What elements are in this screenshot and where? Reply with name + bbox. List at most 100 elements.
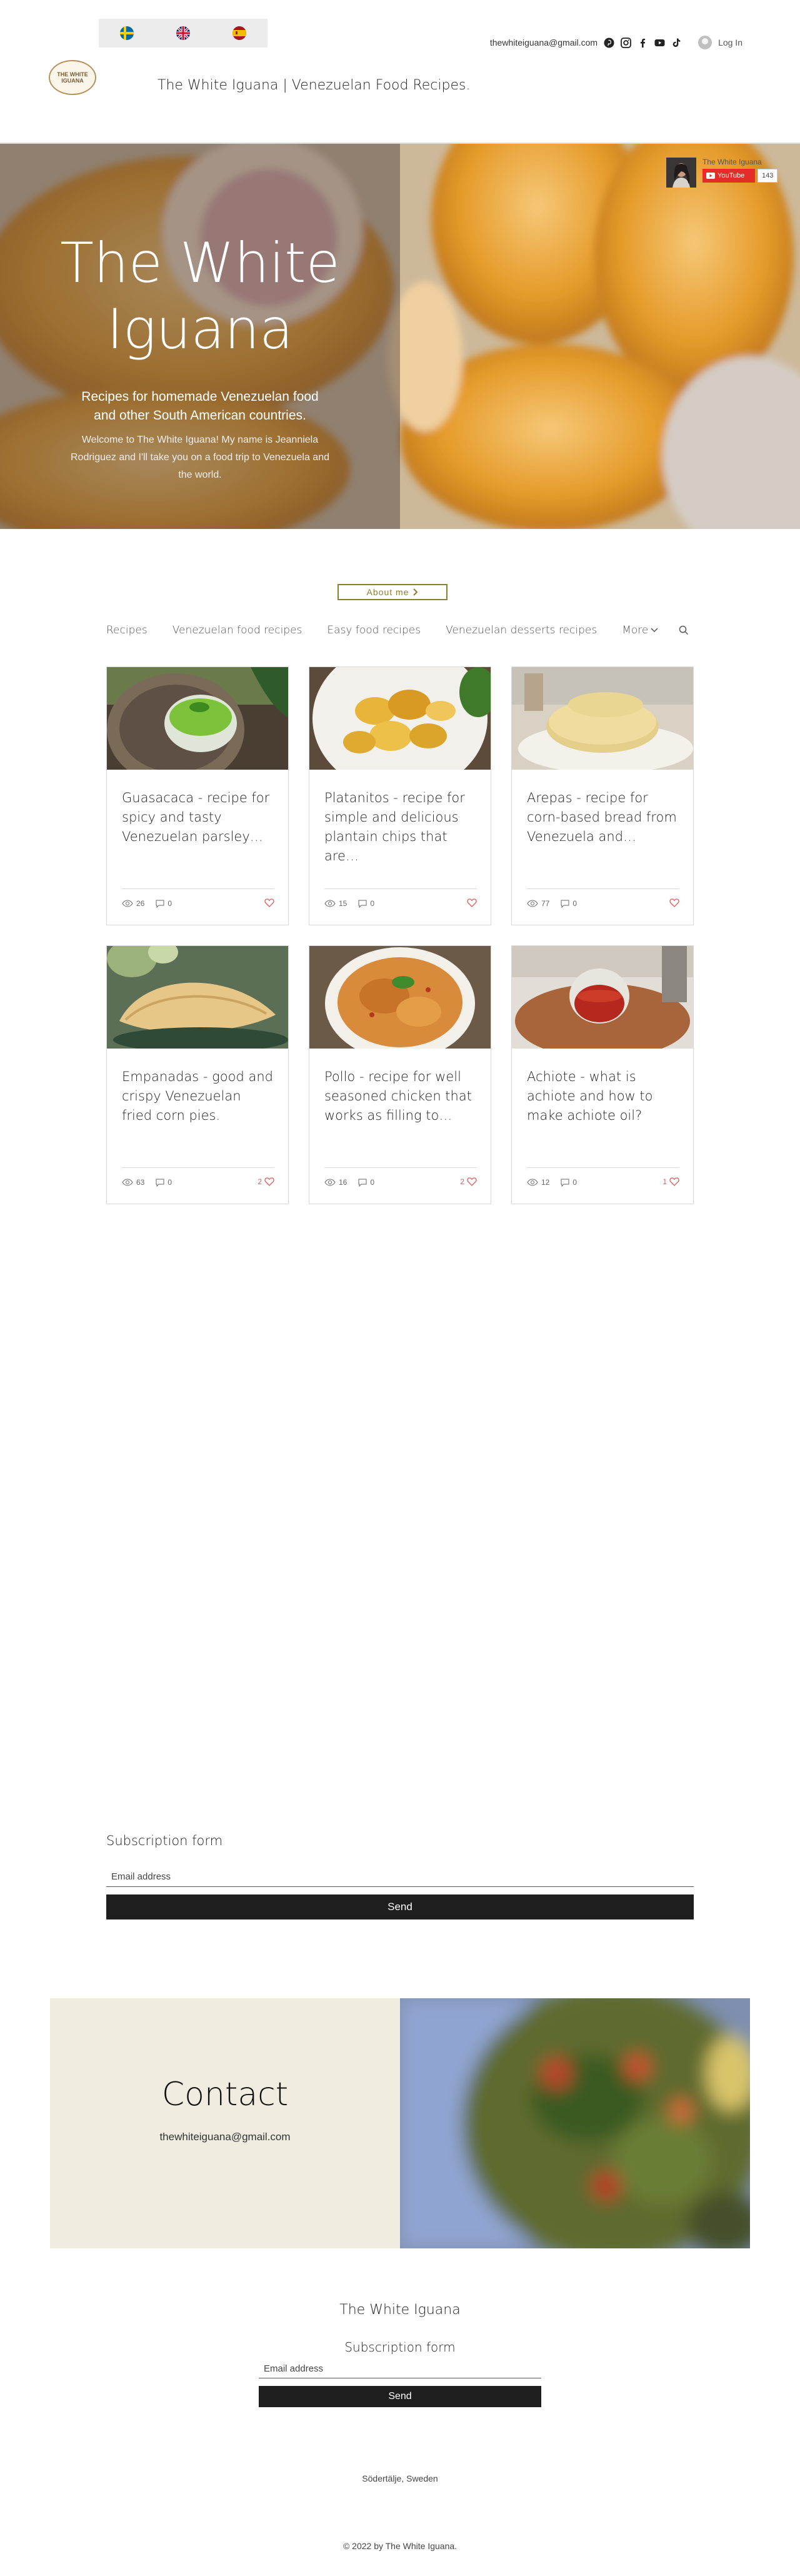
hero-title: The White Iguana <box>60 231 340 361</box>
nav-item-recipes[interactable]: Recipes <box>106 624 148 636</box>
view-count-value: 26 <box>136 899 145 908</box>
footer-email-input[interactable] <box>259 2360 541 2378</box>
post-card[interactable]: Platanitos - recipe for simple and delic… <box>309 667 491 925</box>
youtube-subscribe-widget[interactable]: The White Iguana YouTube 143 <box>666 156 781 189</box>
heart-icon <box>467 898 477 907</box>
comment-count[interactable]: 0 <box>156 899 172 908</box>
post-title[interactable]: Platanitos - recipe for simple and delic… <box>324 788 477 866</box>
subscription-send-button[interactable]: Send <box>106 1894 694 1919</box>
like-button[interactable]: 1 <box>662 1177 679 1186</box>
nav-item-venezuelan-desserts-recipes[interactable]: Venezuelan desserts recipes <box>446 624 597 636</box>
like-button[interactable] <box>464 898 477 907</box>
post-thumbnail[interactable] <box>107 667 288 770</box>
youtube-subscribe-button[interactable]: YouTube <box>702 169 755 183</box>
comment-count[interactable]: 0 <box>156 1178 172 1187</box>
contact-section: Contact thewhiteiguana@gmail.com <box>50 1998 750 2248</box>
comment-icon <box>358 900 367 908</box>
like-button[interactable]: 2 <box>460 1177 477 1186</box>
user-avatar-icon[interactable] <box>698 36 712 49</box>
hero-subtitle: Recipes for homemade Venezuelan food and… <box>81 390 319 423</box>
logo-text: THE WHITE IGUANA <box>57 71 88 84</box>
pinterest-icon[interactable] <box>604 38 614 48</box>
post-card[interactable]: Arepas - recipe for corn-based bread fro… <box>511 667 694 925</box>
view-count: 16 <box>324 1178 347 1187</box>
comment-icon <box>561 1179 569 1187</box>
footer-send-button[interactable]: Send <box>259 2386 541 2407</box>
post-thumbnail[interactable] <box>309 667 491 770</box>
like-count-value: 2 <box>460 1177 464 1186</box>
contact-panel: Contact thewhiteiguana@gmail.com <box>50 1998 400 2248</box>
comment-icon <box>156 1179 164 1187</box>
post-title[interactable]: Arepas - recipe for corn-based bread fro… <box>527 788 679 847</box>
footer-subscription-title: Subscription form <box>344 2340 456 2355</box>
youtube-button-label: YouTube <box>718 172 745 179</box>
heart-icon <box>264 1177 274 1186</box>
comment-count[interactable]: 0 <box>561 899 577 908</box>
post-divider <box>324 1167 477 1168</box>
site-title[interactable]: The White Iguana | Venezuelan Food Recip… <box>158 78 470 93</box>
about-me-button[interactable]: About me <box>338 584 448 600</box>
search-icon[interactable] <box>679 625 689 638</box>
comment-count-value: 0 <box>572 1178 578 1187</box>
youtube-subscriber-count: 143 <box>758 169 778 183</box>
view-count-value: 77 <box>541 899 550 908</box>
post-divider <box>527 888 679 889</box>
like-button[interactable] <box>667 898 679 907</box>
footer-location: Södertälje, Sweden <box>362 2473 438 2483</box>
post-stats: 77 0 <box>527 898 679 908</box>
like-count-value: 1 <box>662 1177 667 1186</box>
login-link[interactable]: Log In <box>718 38 742 48</box>
view-count-value: 63 <box>136 1178 145 1187</box>
comment-icon <box>358 1179 367 1187</box>
nav-item-venezuelan-food-recipes[interactable]: Venezuelan food recipes <box>172 624 302 636</box>
comment-count[interactable]: 0 <box>358 1178 374 1187</box>
post-thumbnail[interactable] <box>512 946 693 1049</box>
post-thumbnail[interactable] <box>512 667 693 770</box>
facebook-icon[interactable] <box>638 38 648 48</box>
nav-more-dropdown[interactable]: More <box>622 624 658 636</box>
post-title[interactable]: Guasacaca - recipe for spicy and tasty V… <box>122 788 274 847</box>
flag-sweden-icon[interactable] <box>120 26 134 40</box>
heart-icon <box>264 898 274 907</box>
nav-item-easy-food-recipes[interactable]: Easy food recipes <box>327 624 421 636</box>
subscription-form-title: Subscription form <box>106 1833 223 1848</box>
heart-icon <box>467 1177 477 1186</box>
youtube-channel-name: The White Iguana <box>702 158 762 166</box>
instagram-icon[interactable] <box>621 37 631 48</box>
comment-count-value: 0 <box>370 1178 375 1187</box>
post-title[interactable]: Pollo - recipe for well seasoned chicken… <box>324 1067 477 1125</box>
youtube-icon[interactable] <box>654 38 665 48</box>
post-card[interactable]: Achiote - what is achiote and how to mak… <box>511 945 694 1204</box>
chevron-right-icon <box>413 588 418 596</box>
post-card[interactable]: Empanadas - good and crispy Venezuelan f… <box>106 945 289 1204</box>
post-title[interactable]: Achiote - what is achiote and how to mak… <box>527 1067 679 1125</box>
comment-count-value: 0 <box>572 899 578 908</box>
like-button[interactable]: 2 <box>258 1177 274 1186</box>
post-card[interactable]: Guasacaca - recipe for spicy and tasty V… <box>106 667 289 925</box>
view-count-value: 12 <box>541 1178 550 1187</box>
eye-icon <box>122 900 133 907</box>
post-divider <box>122 888 274 889</box>
like-button[interactable] <box>262 898 274 907</box>
header-email[interactable]: thewhiteiguana@gmail.com <box>490 38 598 48</box>
post-card[interactable]: Pollo - recipe for well seasoned chicken… <box>309 945 491 1204</box>
comment-count[interactable]: 0 <box>561 1178 577 1187</box>
hero-section: The White Iguana Recipes for homemade Ve… <box>0 144 800 529</box>
post-stats: 12 0 1 <box>527 1177 679 1187</box>
tiktok-icon[interactable] <box>671 38 682 48</box>
post-stats: 26 0 <box>122 898 274 908</box>
site-logo[interactable]: THE WHITE IGUANA <box>49 60 96 95</box>
post-stats: 63 0 2 <box>122 1177 274 1187</box>
comment-count-value: 0 <box>370 899 375 908</box>
post-title[interactable]: Empanadas - good and crispy Venezuelan f… <box>122 1067 274 1125</box>
blog-category-nav: Recipes Venezuelan food recipes Easy foo… <box>106 620 694 640</box>
subscription-email-input[interactable] <box>106 1867 694 1887</box>
comment-count[interactable]: 0 <box>358 899 374 908</box>
post-thumbnail[interactable] <box>309 946 491 1049</box>
view-count: 77 <box>527 899 549 908</box>
post-thumbnail[interactable] <box>107 946 288 1049</box>
contact-email[interactable]: thewhiteiguana@gmail.com <box>50 2131 400 2143</box>
flag-spain-icon[interactable] <box>232 26 246 40</box>
flag-uk-icon[interactable] <box>176 26 190 40</box>
language-selector <box>99 19 268 48</box>
